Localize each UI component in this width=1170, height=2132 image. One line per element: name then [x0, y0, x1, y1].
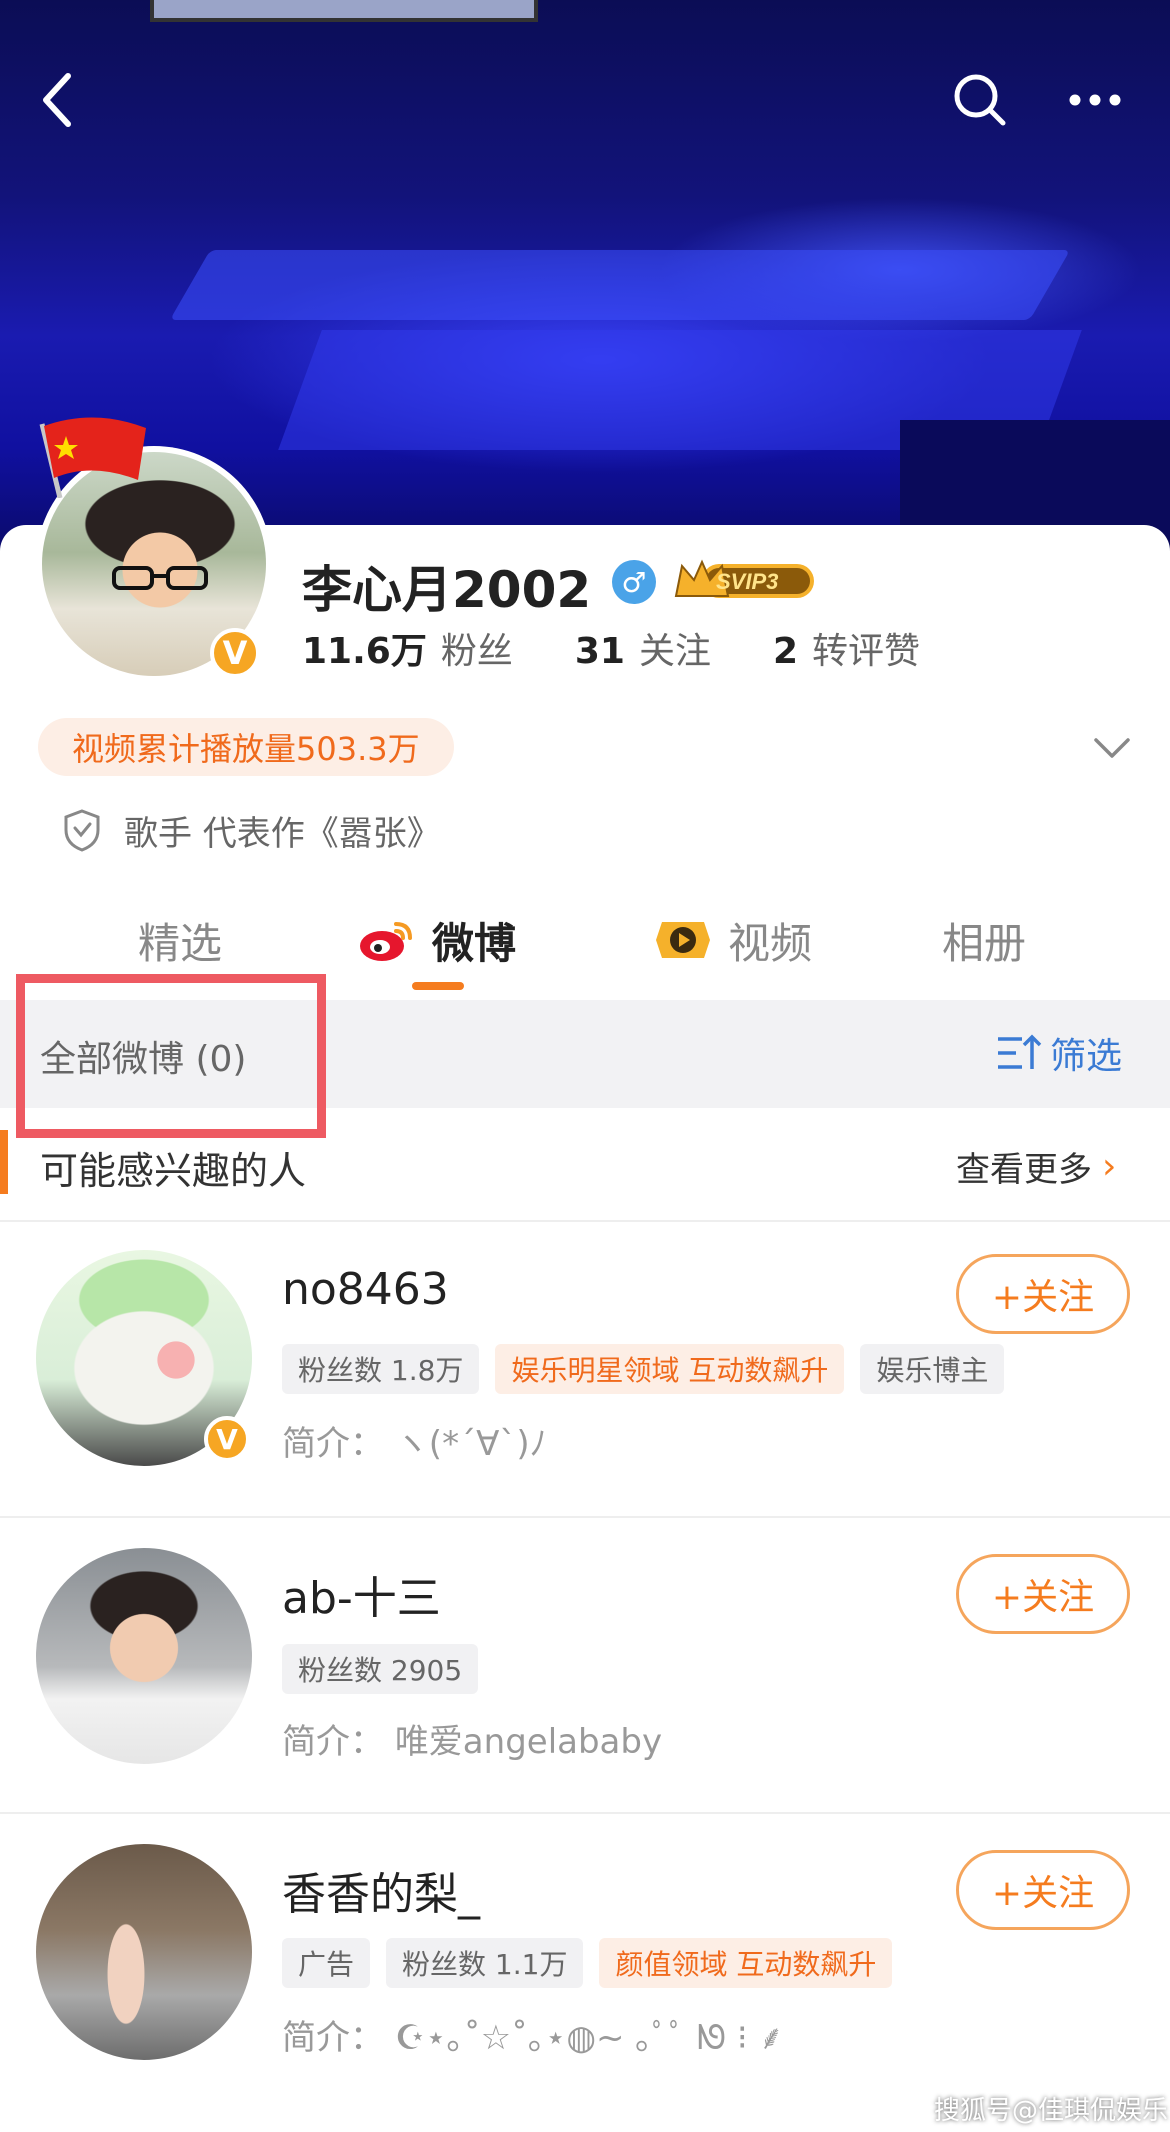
stat-following[interactable]: 31 关注: [575, 622, 711, 674]
stat-followers[interactable]: 11.6万 粉丝: [302, 622, 513, 674]
recommend-title: 可能感兴趣的人: [40, 1149, 307, 1193]
tag: 粉丝数 1.1万: [386, 1938, 584, 1988]
gender-male-icon: ♂: [612, 560, 656, 604]
shield-icon: [64, 809, 100, 852]
see-more-link[interactable]: 查看更多 ›: [956, 1142, 1116, 1191]
tab-label: 视频: [728, 918, 813, 968]
stat-likes[interactable]: 2 转评赞: [773, 622, 920, 674]
section-accent: [0, 1130, 8, 1194]
recommend-intro: 简介： ヽ(*´∀`)ﾉ: [282, 1416, 547, 1465]
chevron-right-icon: ›: [1102, 1146, 1117, 1187]
tag: 颜值领域 互动数飙升: [599, 1938, 893, 1988]
stat-label: 关注: [638, 631, 711, 672]
recommend-avatar: [36, 1844, 252, 2060]
tag: 粉丝数 2905: [282, 1644, 479, 1694]
tab-label: 精选: [138, 918, 223, 968]
intro-text: ヽ(*´∀`)ﾉ: [394, 1424, 547, 1464]
tab-label: 相册: [942, 918, 1027, 968]
svip-label: SVIP3: [716, 569, 778, 594]
tag-ad: 广告: [282, 1938, 371, 1988]
video-icon: [656, 922, 710, 958]
follow-button[interactable]: +关注: [956, 1850, 1130, 1930]
stat-label: 粉丝: [440, 631, 513, 672]
stat-number: 11.6万: [302, 631, 427, 672]
filter-button[interactable]: 筛选: [996, 1026, 1122, 1080]
tab-video[interactable]: 视频: [652, 900, 812, 980]
more-button[interactable]: [1055, 60, 1135, 140]
recommend-user-card[interactable]: V no8463 +关注 粉丝数 1.8万 娱乐明星领域 互动数飙升 娱乐博主 …: [0, 1220, 1170, 1518]
back-button[interactable]: [18, 60, 98, 140]
more-icon: [1069, 94, 1121, 106]
tab-featured[interactable]: 精选: [138, 900, 222, 980]
recommend-user-card[interactable]: 香香的梨_ +关注 广告 粉丝数 1.1万 颜值领域 互动数飙升 简介： ☪︎⋆…: [0, 1814, 1170, 2132]
back-icon: [43, 73, 71, 127]
filter-label: 筛选: [1050, 1036, 1123, 1077]
recommend-name: 香香的梨_: [282, 1869, 480, 1920]
stat-label: 转评赞: [812, 631, 921, 672]
intro-text: 唯爱angelababy: [394, 1722, 663, 1762]
cover-screen: [150, 0, 538, 22]
intro-label: 简介：: [282, 1424, 384, 1464]
filter-icon: [998, 1034, 1042, 1069]
tag: 娱乐明星领域 互动数飙升: [495, 1344, 845, 1394]
recommend-tags: 粉丝数 1.8万 娱乐明星领域 互动数飙升 娱乐博主: [282, 1344, 1005, 1394]
weibo-logo-icon: [360, 922, 412, 961]
active-tab-indicator: [412, 982, 464, 990]
verified-v-icon: V: [210, 628, 260, 678]
see-more-label: 查看更多: [956, 1150, 1092, 1190]
watermark: 搜狐号@佳琪侃娱乐: [934, 2096, 1169, 2126]
tab-album[interactable]: 相册: [942, 900, 1026, 980]
tag: 粉丝数 1.8万: [282, 1344, 480, 1394]
svip-crown-icon[interactable]: SVIP3: [672, 556, 818, 604]
profile-stats: 11.6万 粉丝 31 关注 2 转评赞: [302, 622, 982, 674]
search-icon: [954, 74, 1006, 126]
highlight-annotation-box: [16, 974, 326, 1138]
search-button[interactable]: [940, 60, 1020, 140]
intro-text: ☪︎⋆｡˚☆˚｡⋆◍︎~ ｡ﾟﾟ ᘚ ⁝ ⸙: [394, 2018, 784, 2058]
bio-text: 歌手 代表作《嚣张》: [124, 813, 441, 854]
recommend-intro: 简介： 唯爱angelababy: [282, 1714, 662, 1763]
tag: 娱乐博主: [860, 1344, 1005, 1394]
verified-v-icon: V: [204, 1416, 250, 1462]
recommend-avatar: [36, 1548, 252, 1764]
chevron-down-icon: [1094, 738, 1130, 758]
intro-label: 简介：: [282, 1722, 384, 1762]
tab-weibo[interactable]: 微博: [356, 900, 516, 980]
expand-profile-button[interactable]: [1090, 728, 1134, 768]
stat-number: 31: [574, 631, 625, 672]
recommend-name: no8463: [282, 1264, 449, 1315]
recommend-name: ab-十三: [282, 1573, 441, 1624]
cover-decoration: [169, 250, 1071, 320]
profile-name: 李心月2002: [302, 561, 592, 619]
recommend-user-card[interactable]: ab-十三 +关注 粉丝数 2905 简介： 唯爱angelababy: [0, 1518, 1170, 1814]
china-flag-icon: [39, 417, 146, 498]
recommend-tags: 粉丝数 2905: [282, 1644, 479, 1694]
recommend-tags: 广告 粉丝数 1.1万 颜值领域 互动数飙升: [282, 1938, 893, 1988]
video-play-count-tag[interactable]: 视频累计播放量503.3万: [38, 718, 454, 776]
tab-label: 微博: [432, 918, 517, 968]
glasses-decoration: [112, 566, 208, 590]
intro-label: 简介：: [282, 2018, 384, 2058]
follow-button[interactable]: +关注: [956, 1554, 1130, 1634]
profile-bio: 歌手 代表作《嚣张》: [62, 808, 441, 854]
follow-button[interactable]: +关注: [956, 1254, 1130, 1334]
recommend-intro: 简介： ☪︎⋆｡˚☆˚｡⋆◍︎~ ｡ﾟﾟ ᘚ ⁝ ⸙: [282, 2010, 784, 2059]
stat-number: 2: [772, 631, 799, 672]
